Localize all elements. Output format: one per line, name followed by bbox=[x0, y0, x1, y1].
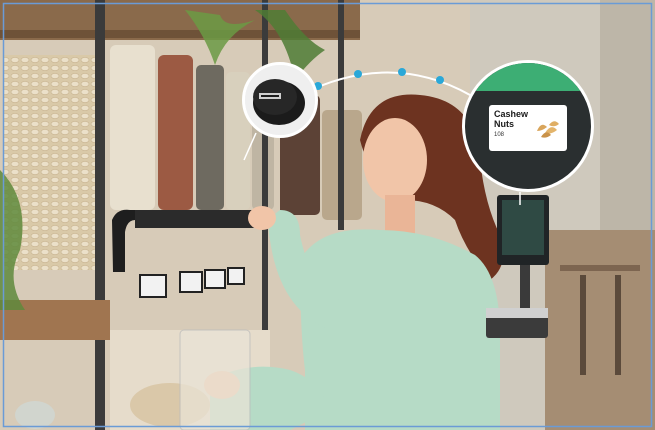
sensor-zoom-circle bbox=[242, 62, 318, 138]
cashew-nuts-image bbox=[537, 121, 559, 138]
product-code: 108 bbox=[494, 132, 505, 138]
product-label-card: Cashew Nuts 108 bbox=[489, 105, 567, 151]
photo-scene: Cashew Nuts 108 bbox=[0, 0, 655, 430]
product-name: Cashew Nuts bbox=[494, 109, 529, 129]
screen-topbar bbox=[465, 63, 591, 91]
scale-screen-zoom-circle: Cashew Nuts 108 bbox=[462, 60, 594, 192]
tag-sensor-icon bbox=[245, 65, 315, 135]
